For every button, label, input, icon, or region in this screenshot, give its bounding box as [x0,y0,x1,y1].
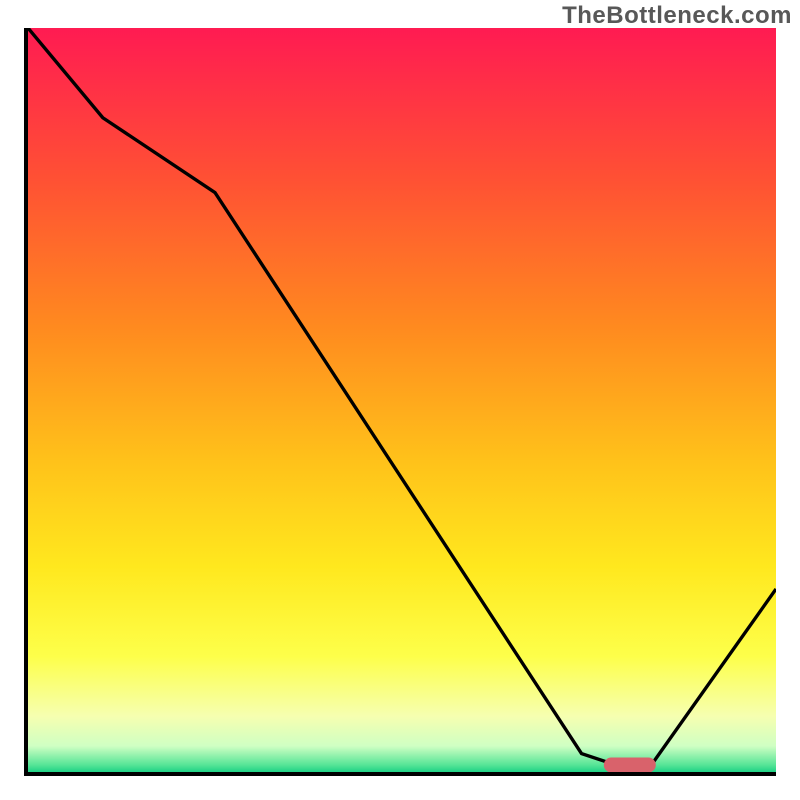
plot-area [24,28,776,776]
optimal-range-marker [604,757,656,772]
chart-frame: TheBottleneck.com [0,0,800,800]
bottleneck-curve [28,28,776,776]
watermark-text: TheBottleneck.com [562,2,792,30]
